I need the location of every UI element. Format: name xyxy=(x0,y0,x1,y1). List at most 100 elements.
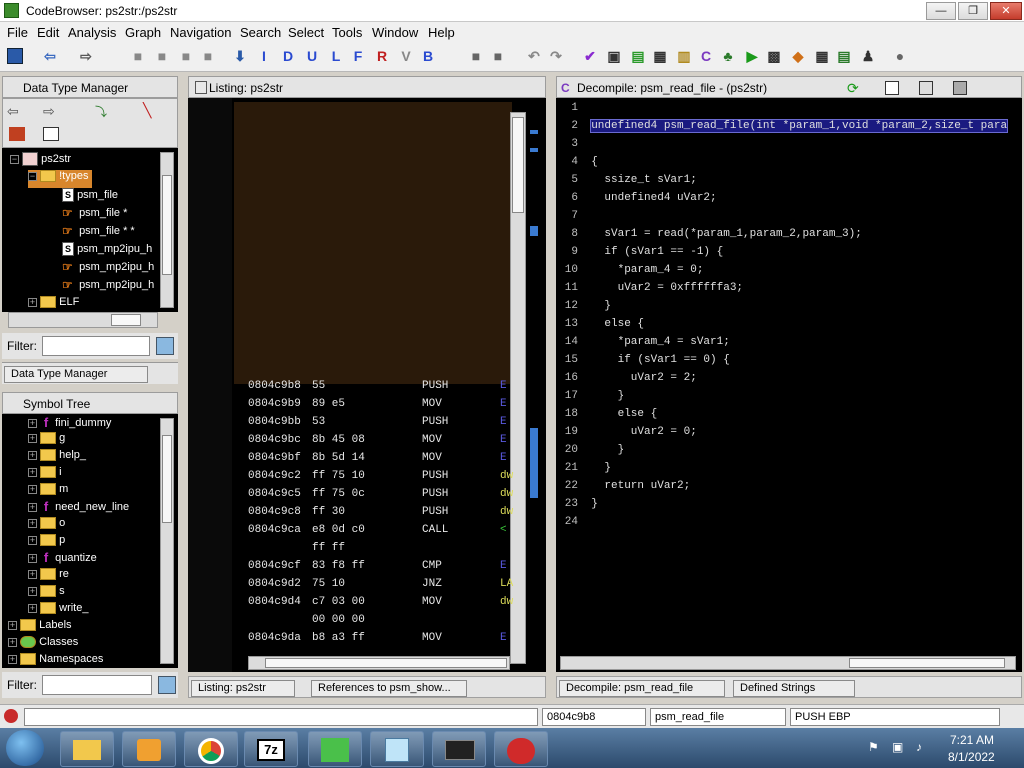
dtm-arrange-icon[interactable]: ⤵ xyxy=(95,103,107,120)
dtm-new-icon[interactable] xyxy=(43,127,59,141)
tab-data-type-manager[interactable]: Data Type Manager xyxy=(4,366,148,383)
symtree-item[interactable]: + f need_new_line xyxy=(28,500,129,518)
toolbar-letter-v[interactable]: V xyxy=(398,48,414,64)
copy-icon[interactable] xyxy=(885,81,899,95)
tool-icon-8[interactable]: ♣ xyxy=(720,48,736,64)
decompile-line[interactable]: 23 } xyxy=(558,498,1018,516)
decompile-line[interactable]: 19 uVar2 = 0; xyxy=(558,426,1018,444)
menu-edit[interactable]: Edit xyxy=(37,25,59,40)
expand-icon[interactable]: + xyxy=(8,620,17,630)
symtree-item[interactable]: + Classes xyxy=(8,636,78,654)
menu-select[interactable]: Select xyxy=(288,25,324,40)
dtm-filter-options-icon[interactable] xyxy=(156,337,174,355)
expand-icon[interactable]: + xyxy=(28,603,37,613)
tool-icon-1[interactable]: ■ xyxy=(468,48,484,64)
decompile-line[interactable]: 24 xyxy=(558,516,1018,534)
decompile-line[interactable]: 16 uVar2 = 2; xyxy=(558,372,1018,390)
symtree-item[interactable]: + g xyxy=(28,432,65,450)
expand-icon[interactable]: + xyxy=(28,433,37,443)
dtm-delete-icon[interactable]: ╲ xyxy=(143,102,151,119)
tray-flag-icon[interactable]: ⚑ xyxy=(868,740,879,754)
expand-icon[interactable]: + xyxy=(28,502,37,512)
symtree-item[interactable]: + m xyxy=(28,483,68,501)
symtree-item[interactable]: + write_ xyxy=(28,602,88,620)
decompile-line[interactable]: 8 sVar1 = read(*param_1,param_2,param_3)… xyxy=(558,228,1018,246)
taskbar-ghidra[interactable] xyxy=(494,731,548,767)
symtree-item[interactable]: + Labels xyxy=(8,619,72,637)
symtree-item[interactable]: + Namespaces xyxy=(8,653,103,671)
decompile-line[interactable]: 5 ssize_t sVar1; xyxy=(558,174,1018,192)
decompile-hscroll-thumb[interactable] xyxy=(849,658,1005,668)
taskbar-7zip[interactable]: 7z xyxy=(244,731,298,767)
dtm-root[interactable]: − ps2str xyxy=(10,152,71,170)
toolbar-letter-r[interactable]: R xyxy=(374,48,390,64)
tab-references[interactable]: References to psm_show... xyxy=(311,680,467,697)
nav-icon-4[interactable]: ■ xyxy=(200,48,216,64)
tool-icon-2[interactable]: ■ xyxy=(490,48,506,64)
taskbar-terminal[interactable] xyxy=(432,731,486,767)
listing-row[interactable]: 0804c9bc 8b 45 08 MOV E xyxy=(248,434,510,452)
symtree-item[interactable]: + re xyxy=(28,568,69,586)
symtree-item[interactable]: + o xyxy=(28,517,65,535)
tool-icon-7[interactable]: C xyxy=(698,48,714,64)
decompile-line[interactable]: 3 xyxy=(558,138,1018,156)
tab-defined-strings[interactable]: Defined Strings xyxy=(733,680,855,697)
listing-vscroll-thumb[interactable] xyxy=(512,117,524,213)
listing-row[interactable]: 0804c9b8 55 PUSH E xyxy=(248,380,510,398)
expand-icon[interactable]: + xyxy=(28,418,37,428)
listing-row[interactable]: 0804c9c5 ff 75 0c PUSH dw xyxy=(248,488,513,506)
tool-icon-3[interactable]: ▣ xyxy=(606,48,622,64)
dtm-item[interactable]: ☞ psm_file * xyxy=(62,206,127,224)
collapse-icon[interactable]: − xyxy=(10,154,19,164)
toolbar-letter-f[interactable]: F xyxy=(350,48,366,64)
decompile-line[interactable]: 22 return uVar2; xyxy=(558,480,1018,498)
dtm-item[interactable]: ☞ psm_mp2ipu_h xyxy=(62,278,154,296)
start-button[interactable] xyxy=(6,730,44,766)
listing-row[interactable]: 0804c9da b8 a3 ff MOV E xyxy=(248,632,510,650)
listing-row[interactable]: 0804c9d4 c7 03 00 MOV dw xyxy=(248,596,513,614)
nav-icon-3[interactable]: ■ xyxy=(178,48,194,64)
close-button[interactable]: ✕ xyxy=(990,2,1022,20)
export-icon[interactable] xyxy=(919,81,933,95)
listing-row[interactable]: 0804c9bf 8b 5d 14 MOV E xyxy=(248,452,510,470)
decompile-line[interactable]: 12 } xyxy=(558,300,1018,318)
toolbar-letter-l[interactable]: L xyxy=(328,48,344,64)
expand-icon[interactable]: + xyxy=(28,535,37,545)
menu-tools[interactable]: Tools xyxy=(332,25,362,40)
back-icon[interactable]: ⇦ xyxy=(42,48,58,64)
taskbar-explorer[interactable] xyxy=(60,731,114,767)
listing-hscroll-thumb[interactable] xyxy=(265,658,507,668)
symtree-vscroll[interactable] xyxy=(160,418,174,664)
decompile-hscroll[interactable] xyxy=(560,656,1016,670)
tool-icon-14[interactable]: ● xyxy=(892,48,908,64)
menu-window[interactable]: Window xyxy=(372,25,418,40)
tray-date[interactable]: 8/1/2022 xyxy=(948,750,995,764)
symtree-filter-options-icon[interactable] xyxy=(158,676,176,694)
decompile-line[interactable]: 7 xyxy=(558,210,1018,228)
listing-row[interactable]: 0804c9c2 ff 75 10 PUSH dw xyxy=(248,470,513,488)
symtree-vscroll-thumb[interactable] xyxy=(162,435,172,523)
expand-icon[interactable]: + xyxy=(8,637,17,647)
nav-icon-1[interactable]: ■ xyxy=(130,48,146,64)
listing-row[interactable]: 0804c9b9 89 e5 MOV E xyxy=(248,398,510,416)
listing-hscroll[interactable] xyxy=(248,656,510,670)
listing-row[interactable]: 00 00 00 xyxy=(248,614,510,632)
tool-icon-9[interactable]: ▩ xyxy=(766,48,782,64)
decompile-line[interactable]: 18 else { xyxy=(558,408,1018,426)
menu-analysis[interactable]: Analysis xyxy=(68,25,116,40)
symtree-item[interactable]: + f quantize xyxy=(28,551,97,569)
dtm-archive-icon[interactable] xyxy=(9,127,25,141)
run-icon[interactable]: ▶ xyxy=(744,48,760,64)
toolbar-letter-d[interactable]: D xyxy=(280,48,296,64)
tool-icon-4[interactable]: ▤ xyxy=(630,48,646,64)
forward-icon[interactable]: ⇨ xyxy=(78,48,94,64)
decompile-line[interactable]: 21 } xyxy=(558,462,1018,480)
expand-icon[interactable]: + xyxy=(28,450,37,460)
collapse-icon[interactable]: − xyxy=(28,171,37,181)
tool-icon-6[interactable]: ▥ xyxy=(676,48,692,64)
symtree-filter-input[interactable] xyxy=(42,675,152,695)
dtm-item[interactable]: S psm_mp2ipu_h xyxy=(62,242,152,260)
menu-help[interactable]: Help xyxy=(428,25,455,40)
decompile-line[interactable]: 11 uVar2 = 0xffffffa3; xyxy=(558,282,1018,300)
symtree-item[interactable]: + i xyxy=(28,466,62,484)
